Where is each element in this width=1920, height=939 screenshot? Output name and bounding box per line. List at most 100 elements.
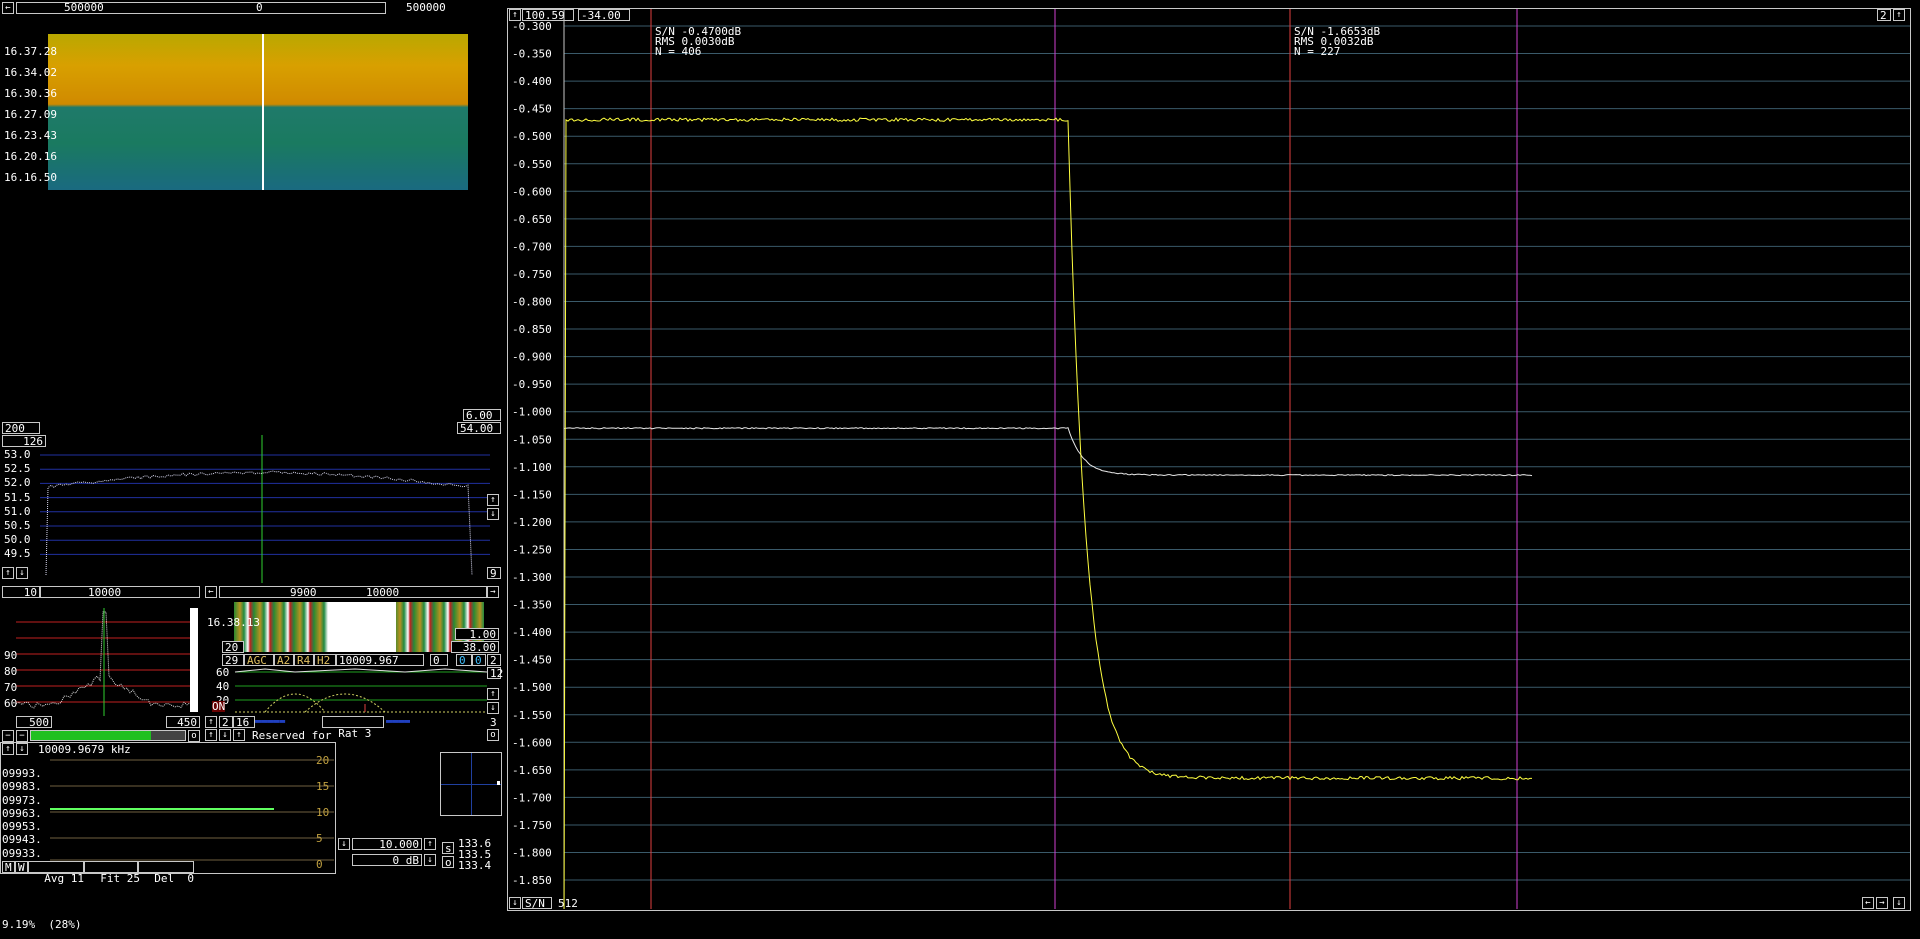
hires-field-b[interactable]: 0	[456, 654, 472, 666]
freqlist-value2[interactable]: 0 dB	[352, 854, 422, 866]
o-button[interactable]: o	[442, 856, 454, 868]
arrow-up-icon[interactable]: ↑	[2, 567, 14, 579]
baseband-field-bottom-left[interactable]: 500	[16, 716, 52, 728]
main-plot[interactable]: -0.300 -0.350 -0.400 -0.450 -0.500 -0.550 -0.6…	[508, 9, 1910, 909]
fit-field[interactable]: Fit 25	[84, 861, 138, 873]
waterfall-field-bottom-right[interactable]: 54.00	[457, 422, 501, 434]
arrow-down-icon[interactable]: ↓	[487, 508, 499, 520]
baseband-ytick: 70	[4, 682, 17, 698]
arrow-up-icon[interactable]: ↑	[205, 716, 217, 728]
spectrum-field-right[interactable]: 9	[487, 567, 501, 579]
marker2-stats: S/N -1.6653dB RMS 0.0032dB N = 227	[1294, 26, 1380, 56]
waterfall-side-marks	[490, 30, 500, 200]
m-button[interactable]: M	[2, 861, 15, 873]
hires-freq2: 10000	[366, 587, 399, 598]
arrow-up-icon[interactable]: ↑	[487, 688, 499, 700]
marker1-stats: S/N -0.4700dB RMS 0.0030dB N = 406	[655, 26, 741, 56]
bottom-value: 512	[558, 898, 578, 909]
hires-rat[interactable]: Rat 3	[322, 716, 384, 728]
arrow-left-icon[interactable]: ←	[205, 586, 217, 598]
avg-field[interactable]: Avg 11	[28, 861, 84, 873]
hires-field-right1[interactable]: 1.00	[455, 628, 499, 640]
hires-field-12[interactable]: 12	[487, 667, 501, 679]
freqlist-row: 09993.	[2, 768, 42, 781]
hires-field-left[interactable]: 20	[222, 641, 244, 653]
hires-right-3: 3	[490, 717, 497, 728]
hires-on-label: ON	[212, 701, 225, 712]
arrow-up-icon[interactable]: ↑	[424, 838, 436, 850]
freqlist-row: 09953.	[2, 821, 42, 834]
arrow-down-icon[interactable]: ↓	[338, 838, 350, 850]
h2-button[interactable]: H2	[314, 654, 336, 666]
readout: 133.4	[458, 860, 491, 871]
baseband-ytick: 60	[4, 698, 17, 714]
w-button[interactable]: W	[15, 861, 28, 873]
baseband-field-left[interactable]: 10	[2, 586, 40, 598]
arrow-up-icon[interactable]: ↑	[233, 729, 245, 741]
arrow-left-icon[interactable]: ←	[2, 2, 14, 14]
main-ytick: -0.350	[512, 48, 552, 61]
hires-field-c[interactable]: 0	[472, 654, 486, 666]
hires-field-a[interactable]: 0	[430, 654, 448, 666]
o-button[interactable]: o	[487, 729, 499, 741]
main-ytick: -1.300	[512, 571, 552, 584]
hires-frequency[interactable]: 10009.967	[336, 654, 424, 666]
waterfall-field-top-right[interactable]: 6.00	[463, 409, 501, 421]
main-ytick: -1.450	[512, 654, 552, 667]
rat-value: 3	[365, 727, 372, 740]
spectrum-plot[interactable]	[0, 435, 502, 583]
agc-button[interactable]: AGC	[244, 654, 274, 666]
status-text: 9.19% (28%)	[2, 919, 81, 930]
hires-btn-16[interactable]: 16	[233, 716, 255, 728]
baseband-plot[interactable]	[0, 598, 202, 716]
scale-tick: 15	[316, 781, 329, 807]
avg-label: Avg	[44, 872, 64, 885]
a2-button[interactable]: A2	[274, 654, 294, 666]
hires-plot[interactable]	[205, 666, 487, 716]
fit-value: 25	[127, 872, 140, 885]
phase-scope	[440, 752, 502, 816]
o-button[interactable]: o	[188, 730, 200, 742]
sn-mode-button[interactable]: S/N	[522, 897, 552, 909]
arrow-down-icon[interactable]: ↓	[16, 567, 28, 579]
minus-button[interactable]: −	[16, 730, 28, 742]
arrow-down-icon[interactable]: ↓	[509, 897, 521, 909]
hires-freq-scale	[219, 586, 487, 598]
arrow-down-icon[interactable]: ↓	[424, 854, 436, 866]
scale-tick: 20	[316, 755, 329, 781]
arrow-down-icon[interactable]: ↓	[219, 729, 231, 741]
baseband-yticks: 90 80 70 60	[4, 650, 17, 714]
waterfall-freq-center: 0	[256, 2, 263, 13]
hires-row-left[interactable]: 29	[222, 654, 244, 666]
main-ytick: -1.000	[512, 406, 552, 419]
r4-button[interactable]: R4	[294, 654, 314, 666]
arrow-down-icon[interactable]: ↓	[1893, 897, 1905, 909]
hires-field-right2[interactable]: 38.00	[451, 641, 499, 653]
arrow-down-icon[interactable]: ↓	[487, 702, 499, 714]
waterfall-field-200[interactable]: 200	[2, 422, 40, 434]
hires-time: 16.38.13	[207, 617, 260, 628]
arrow-right-icon[interactable]: →	[1876, 897, 1888, 909]
main-ytick: -1.250	[512, 543, 552, 556]
arrow-up-icon[interactable]: ↑	[205, 729, 217, 741]
hires-field-d[interactable]: 2	[487, 654, 501, 666]
freqlist-value1[interactable]: 10.000	[352, 838, 422, 850]
level-fill	[31, 731, 151, 740]
main-ytick: -1.400	[512, 626, 552, 639]
spectrum-yticks: 53.0 52.5 52.0 51.5 51.0 50.5 50.0 49.5	[4, 449, 31, 563]
arrow-left-icon[interactable]: ←	[1862, 897, 1874, 909]
waterfall-image[interactable]	[48, 34, 468, 190]
arrow-right-icon[interactable]: →	[487, 586, 499, 598]
hires-btn-2[interactable]: 2	[219, 716, 233, 728]
main-ytick: -1.050	[512, 433, 552, 446]
main-ytick: -0.650	[512, 213, 552, 226]
freqlist-row: 09973.	[2, 795, 42, 808]
minus-button[interactable]: −	[2, 730, 14, 742]
reserved-text: Reserved for	[252, 730, 331, 741]
baseband-field-bottom-right[interactable]: 450	[166, 716, 200, 728]
spectrum-ytick: 50.0	[4, 534, 31, 548]
del-field[interactable]: Del 0	[138, 861, 194, 873]
freqlist-row: 09933.	[2, 848, 42, 861]
arrow-up-icon[interactable]: ↑	[487, 494, 499, 506]
s-button[interactable]: s	[442, 842, 454, 854]
